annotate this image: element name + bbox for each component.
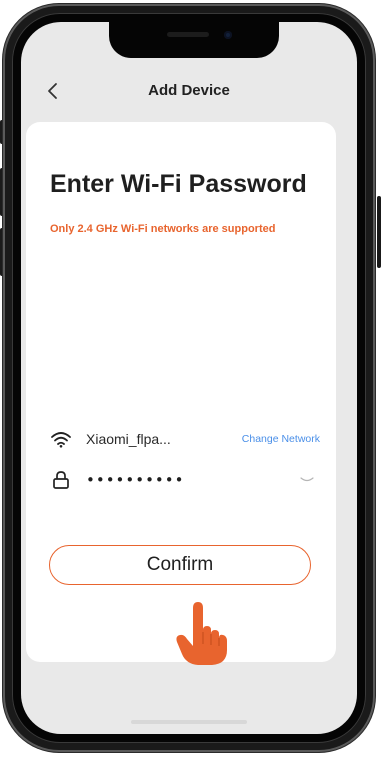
change-network-link[interactable]: Change Network (242, 433, 320, 445)
pointing-hand-icon (176, 602, 227, 665)
confirm-button[interactable]: Confirm (49, 545, 311, 585)
front-camera (224, 31, 232, 39)
network-ssid: Xiaomi_flpa... (86, 431, 171, 447)
speaker-grille (167, 32, 209, 37)
wifi-icon (51, 432, 71, 448)
lock-icon (53, 471, 69, 489)
password-row (50, 468, 320, 494)
password-field[interactable] (82, 468, 290, 492)
home-indicator (131, 720, 247, 724)
eye-closed-icon[interactable] (300, 476, 314, 484)
phone-notch (109, 22, 279, 58)
network-row: Xiaomi_flpa... Change Network (50, 428, 320, 452)
phone-mockup: Add Device Enter Wi-Fi Password Only 2.4… (0, 0, 381, 758)
page-title: Add Device (148, 82, 230, 99)
card-heading: Enter Wi-Fi Password (50, 170, 307, 198)
frequency-warning: Only 2.4 GHz Wi-Fi networks are supporte… (50, 223, 276, 235)
wifi-password-card: Enter Wi-Fi Password Only 2.4 GHz Wi-Fi … (26, 122, 336, 665)
phone-screen: Add Device Enter Wi-Fi Password Only 2.4… (21, 22, 357, 734)
nav-bar: Add Device (21, 76, 357, 108)
phone-power-button (377, 196, 381, 268)
